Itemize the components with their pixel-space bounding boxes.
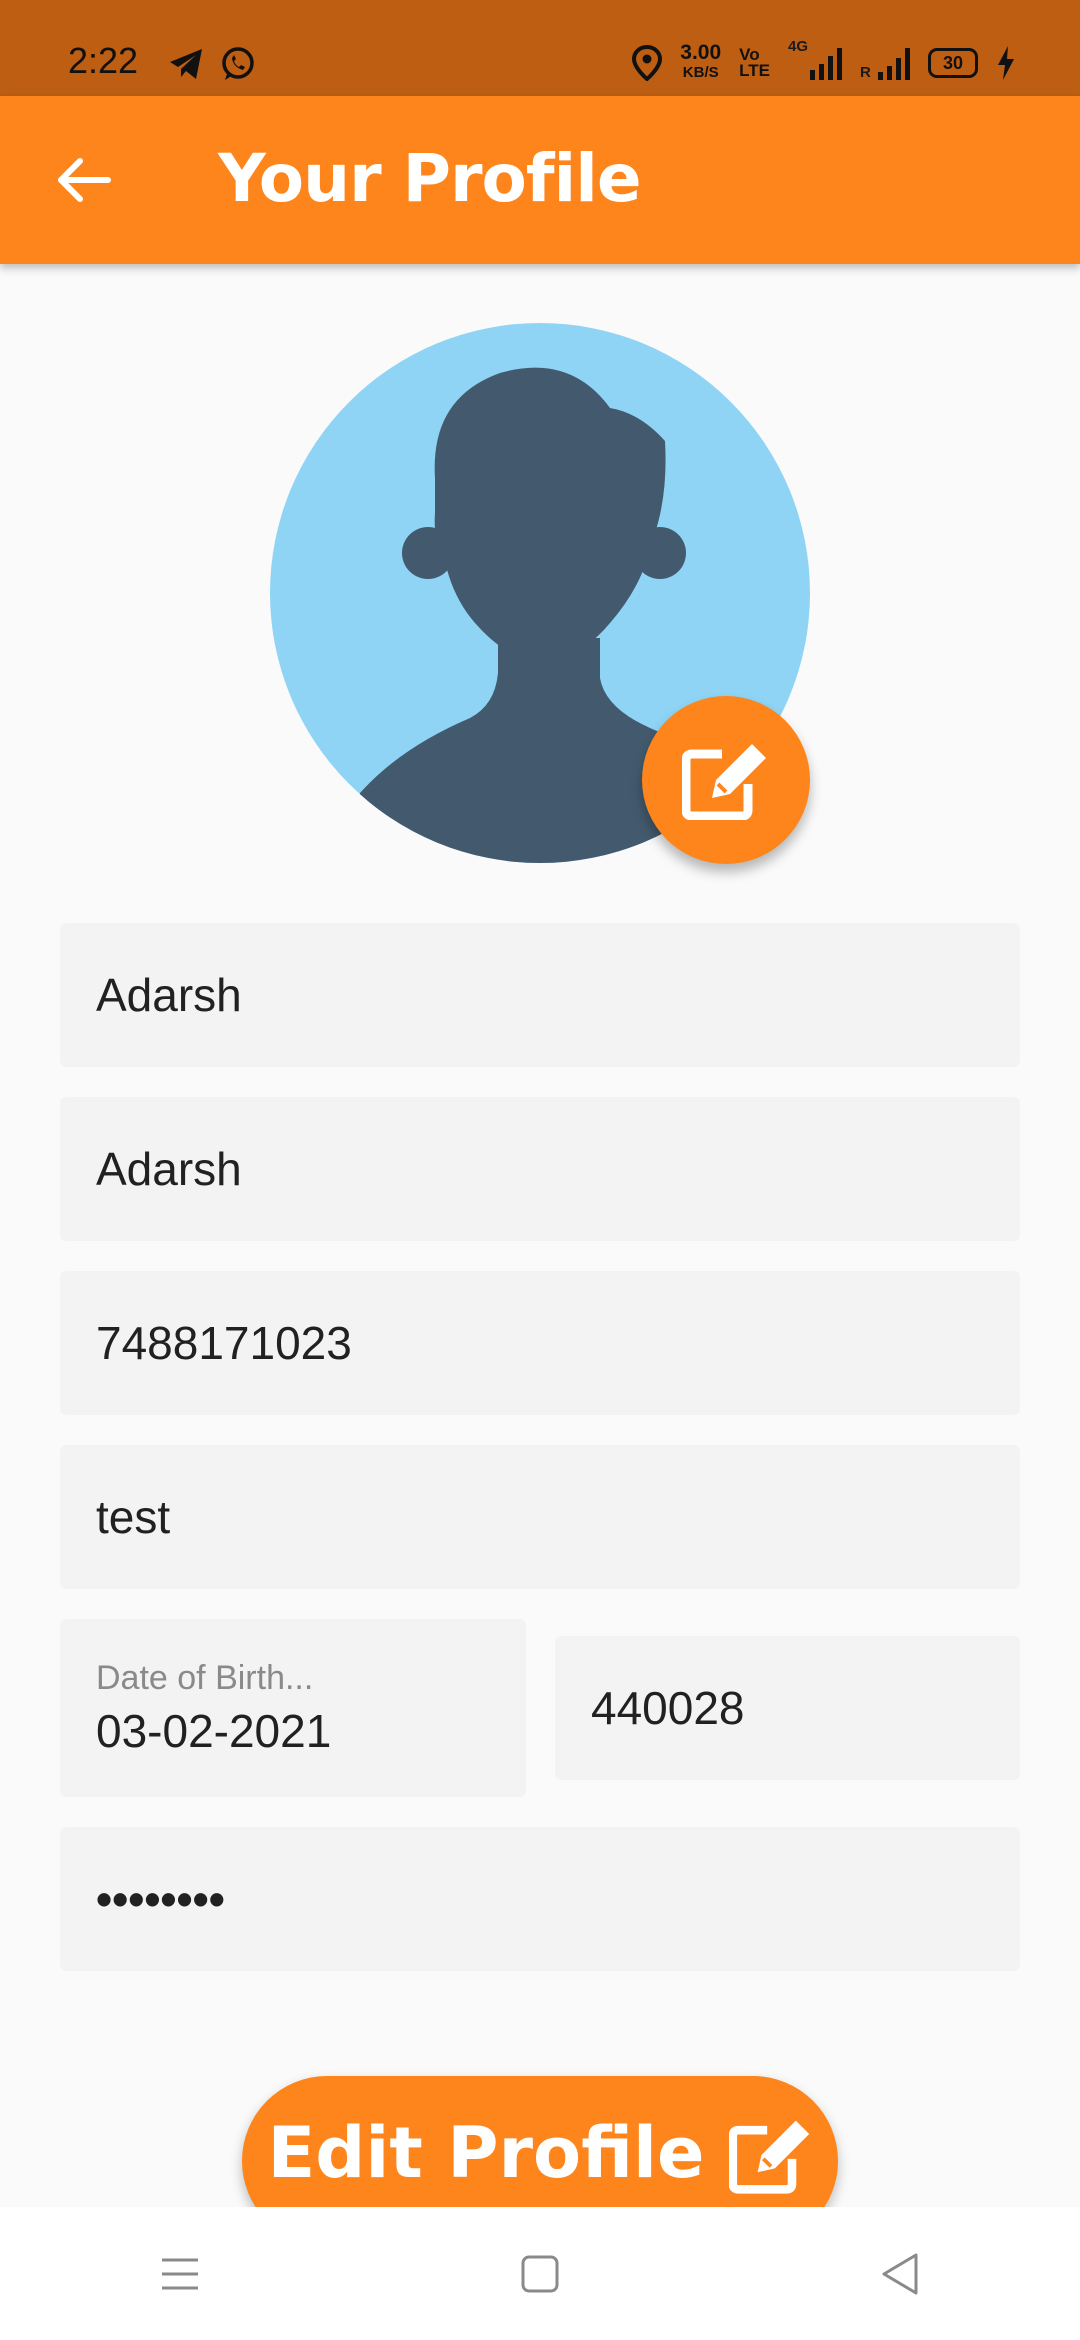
volte-bottom: LTE <box>739 61 770 80</box>
pincode-value: 440028 <box>591 1682 745 1734</box>
app-bar: Your Profile <box>0 96 1080 264</box>
battery-icon: 30 <box>928 48 978 78</box>
volte-indicator: Vo LTE <box>739 46 770 80</box>
menu-icon <box>162 2258 198 2289</box>
signal-strength-sim1-icon: 4G <box>788 38 842 80</box>
phone-field[interactable]: 7488171023 <box>60 1271 1020 1415</box>
network-type: 4G <box>788 38 809 55</box>
charging-icon <box>998 46 1014 80</box>
nav-menu-button[interactable] <box>120 2234 240 2314</box>
last-name-field[interactable]: Adarsh <box>60 1097 1020 1241</box>
date-of-birth-label: Date of Birth... <box>96 1658 314 1697</box>
signal-strength-sim2-icon: R <box>860 46 910 81</box>
network-speed-unit: KB/S <box>682 64 719 81</box>
telegram-icon <box>170 49 202 79</box>
first-name-value: Adarsh <box>96 969 242 1021</box>
status-bar: 2:22 3.00 KB/S Vo LTE 4G R 30 <box>0 0 1080 96</box>
edit-icon <box>682 744 766 820</box>
home-square-icon <box>521 2255 559 2292</box>
back-triangle-icon <box>882 2253 918 2294</box>
network-speed: 3.00 KB/S <box>680 41 722 83</box>
edit-avatar-button[interactable] <box>642 696 810 864</box>
nav-back-button[interactable] <box>840 2234 960 2314</box>
password-value: •••••••• <box>96 1873 225 1925</box>
roaming-indicator: R <box>860 64 871 81</box>
location-icon <box>632 45 663 81</box>
first-name-field[interactable]: Adarsh <box>60 923 1020 1067</box>
back-arrow-icon[interactable] <box>48 144 120 216</box>
date-of-birth-value: 03-02-2021 <box>96 1704 332 1757</box>
address-value: test <box>96 1491 171 1543</box>
pincode-field[interactable]: 440028 <box>555 1636 1020 1780</box>
nav-home-button[interactable] <box>480 2234 600 2314</box>
date-of-birth-field[interactable]: Date of Birth... 03-02-2021 <box>60 1619 526 1797</box>
edit-profile-label: Edit Profile <box>267 2112 705 2194</box>
status-time: 2:22 <box>68 40 139 81</box>
whatsapp-icon <box>222 47 254 80</box>
network-speed-value: 3.00 <box>680 41 722 64</box>
password-field[interactable]: •••••••• <box>60 1827 1020 1971</box>
address-field[interactable]: test <box>60 1445 1020 1589</box>
system-navigation-bar <box>0 2207 1080 2340</box>
edit-icon <box>728 2120 809 2194</box>
last-name-value: Adarsh <box>96 1143 242 1195</box>
phone-value: 7488171023 <box>96 1317 352 1369</box>
page-title: Your Profile <box>218 140 642 217</box>
